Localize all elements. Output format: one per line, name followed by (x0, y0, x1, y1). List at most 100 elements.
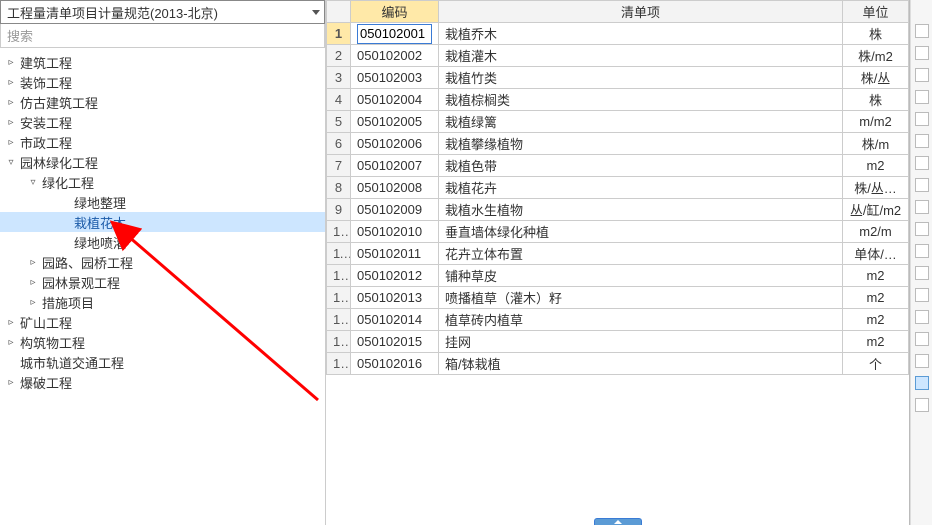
table-row[interactable]: 10050102010垂直墙体绿化种植m2/m (327, 221, 909, 243)
cell-code[interactable]: 050102005 (351, 111, 439, 133)
toolstrip-icon[interactable] (915, 266, 929, 280)
table-row[interactable]: 1栽植乔木株 (327, 23, 909, 45)
cell-unit[interactable]: 丛/缸/m2 (843, 199, 909, 221)
tree-item[interactable]: ▹园路、园桥工程 (0, 252, 325, 272)
triangle-right-icon[interactable]: ▹ (6, 317, 16, 328)
cell-item[interactable]: 栽植攀缘植物 (439, 133, 843, 155)
triangle-down-icon[interactable]: ▿ (6, 157, 16, 168)
cell-item[interactable]: 花卉立体布置 (439, 243, 843, 265)
table-row[interactable]: 9050102009栽植水生植物丛/缸/m2 (327, 199, 909, 221)
table-row[interactable]: 7050102007栽植色带m2 (327, 155, 909, 177)
toolstrip-icon[interactable] (915, 398, 929, 412)
cell-code[interactable]: 050102006 (351, 133, 439, 155)
table-row[interactable]: 6050102006栽植攀缘植物株/m (327, 133, 909, 155)
row-number[interactable]: 7 (327, 155, 351, 177)
cell-code[interactable]: 050102016 (351, 353, 439, 375)
triangle-right-icon[interactable]: ▹ (28, 297, 38, 308)
cell-unit[interactable]: m2 (843, 309, 909, 331)
table-row[interactable]: 3050102003栽植竹类株/丛 (327, 67, 909, 89)
table-row[interactable]: 15050102015挂网m2 (327, 331, 909, 353)
cell-item[interactable]: 喷播植草（灌木）籽 (439, 287, 843, 309)
toolstrip-icon[interactable] (915, 90, 929, 104)
cell-code[interactable]: 050102010 (351, 221, 439, 243)
cell-unit[interactable]: 个 (843, 353, 909, 375)
tree-item[interactable]: ▹园林景观工程 (0, 272, 325, 292)
toolstrip-icon[interactable] (915, 24, 929, 38)
cell-item[interactable]: 栽植乔木 (439, 23, 843, 45)
table-row[interactable]: 5050102005栽植绿篱m/m2 (327, 111, 909, 133)
triangle-right-icon[interactable]: ▹ (28, 277, 38, 288)
grid-header-unit[interactable]: 单位 (843, 1, 909, 23)
toolstrip-icon[interactable] (915, 112, 929, 126)
toolstrip-icon[interactable] (915, 354, 929, 368)
cell-code[interactable]: 050102007 (351, 155, 439, 177)
cell-code[interactable]: 050102014 (351, 309, 439, 331)
cell-item[interactable]: 垂直墙体绿化种植 (439, 221, 843, 243)
row-number[interactable]: 2 (327, 45, 351, 67)
cell-unit[interactable]: 株/丛… (843, 177, 909, 199)
toolstrip-icon[interactable] (915, 156, 929, 170)
row-number[interactable]: 12 (327, 265, 351, 287)
cell-code[interactable]: 050102008 (351, 177, 439, 199)
cell-code[interactable]: 050102011 (351, 243, 439, 265)
cell-unit[interactable]: m2 (843, 265, 909, 287)
row-number[interactable]: 10 (327, 221, 351, 243)
toolstrip-icon[interactable] (915, 244, 929, 258)
cell-unit[interactable]: 株/m (843, 133, 909, 155)
tree-item[interactable]: ▹建筑工程 (0, 52, 325, 72)
triangle-right-icon[interactable]: ▹ (6, 57, 16, 68)
cell-item[interactable]: 挂网 (439, 331, 843, 353)
triangle-right-icon[interactable]: ▹ (6, 337, 16, 348)
cell-code[interactable]: 050102015 (351, 331, 439, 353)
tree-item[interactable]: ▹矿山工程 (0, 312, 325, 332)
toolstrip-icon[interactable] (915, 68, 929, 82)
table-row[interactable]: 2050102002栽植灌木株/m2 (327, 45, 909, 67)
triangle-right-icon[interactable]: ▹ (6, 77, 16, 88)
tree-item[interactable]: ▹城市轨道交通工程 (0, 352, 325, 372)
row-number[interactable]: 4 (327, 89, 351, 111)
tree-item[interactable]: ▹仿古建筑工程 (0, 92, 325, 112)
cell-unit[interactable]: 单体/… (843, 243, 909, 265)
cell-unit[interactable]: 株 (843, 89, 909, 111)
cell-item[interactable]: 植草砖内植草 (439, 309, 843, 331)
toolstrip-icon[interactable] (915, 310, 929, 324)
toolstrip-icon[interactable] (915, 178, 929, 192)
tree-item[interactable]: ▹安装工程 (0, 112, 325, 132)
triangle-right-icon[interactable]: ▹ (6, 97, 16, 108)
cell-unit[interactable]: m2/m (843, 221, 909, 243)
triangle-right-icon[interactable]: ▹ (28, 257, 38, 268)
spec-dropdown[interactable]: 工程量清单项目计量规范(2013-北京) (0, 0, 325, 24)
tree-item[interactable]: ▹构筑物工程 (0, 332, 325, 352)
tree-item[interactable]: ▿绿化工程 (0, 172, 325, 192)
cell-item[interactable]: 箱/钵栽植 (439, 353, 843, 375)
tree-item[interactable]: ▹爆破工程 (0, 372, 325, 392)
triangle-right-icon[interactable]: ▹ (6, 117, 16, 128)
toolstrip-icon[interactable] (915, 46, 929, 60)
row-number[interactable]: 13 (327, 287, 351, 309)
row-number[interactable]: 1 (327, 23, 351, 45)
grid-header-rownum[interactable] (327, 1, 351, 23)
row-number[interactable]: 16 (327, 353, 351, 375)
toolstrip-icon[interactable] (915, 200, 929, 214)
code-input[interactable] (357, 24, 432, 44)
cell-code[interactable] (351, 23, 439, 45)
cell-item[interactable]: 栽植棕榈类 (439, 89, 843, 111)
cell-code[interactable]: 050102012 (351, 265, 439, 287)
row-number[interactable]: 5 (327, 111, 351, 133)
table-row[interactable]: 14050102014植草砖内植草m2 (327, 309, 909, 331)
search-input[interactable]: 搜索 (0, 24, 325, 48)
row-number[interactable]: 6 (327, 133, 351, 155)
cell-code[interactable]: 050102004 (351, 89, 439, 111)
row-number[interactable]: 9 (327, 199, 351, 221)
tree-item[interactable]: ▹市政工程 (0, 132, 325, 152)
toolstrip-icon[interactable] (915, 134, 929, 148)
toolstrip-icon[interactable] (915, 222, 929, 236)
cell-code[interactable]: 050102003 (351, 67, 439, 89)
tree-item[interactable]: ▹栽植花木 (0, 212, 325, 232)
cell-item[interactable]: 栽植绿篱 (439, 111, 843, 133)
tree-item[interactable]: ▹措施项目 (0, 292, 325, 312)
cell-unit[interactable]: m2 (843, 331, 909, 353)
cell-code[interactable]: 050102002 (351, 45, 439, 67)
cell-code[interactable]: 050102013 (351, 287, 439, 309)
cell-unit[interactable]: 株/m2 (843, 45, 909, 67)
